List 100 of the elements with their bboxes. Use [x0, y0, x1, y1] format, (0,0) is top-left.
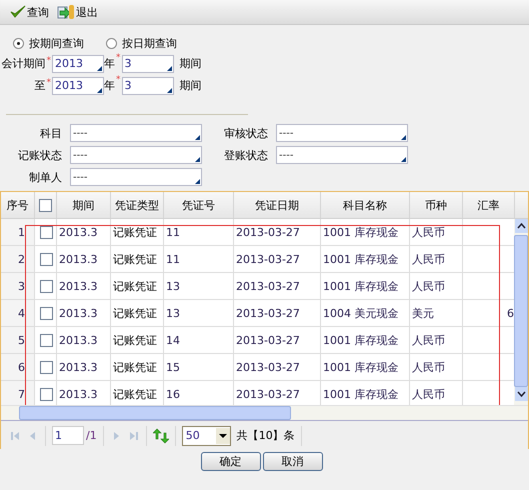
dropdown-field[interactable]: ---- [70, 168, 202, 186]
row-number: 3 [18, 280, 25, 292]
table-cell: 1001 库存现金 [323, 386, 398, 402]
table-cell: 1001 库存现金 [323, 224, 398, 240]
dropdown-corner-icon [401, 135, 406, 140]
toolbar-button[interactable]: 退出 [55, 4, 100, 20]
table-cell: 人民币 [412, 278, 445, 294]
record-count: 共【10】条 [236, 428, 295, 443]
column-header: 期间 [57, 192, 111, 218]
radio-label: 按日期查询 [122, 36, 177, 50]
year-field[interactable]: 2013 [52, 76, 104, 94]
table-cell: 记账凭证 [113, 306, 157, 320]
dialog-button[interactable]: 确定 [200, 452, 260, 471]
period-field[interactable]: 3 [122, 76, 174, 94]
table-cell: 人民币 [412, 224, 445, 240]
required-mark: * [116, 75, 120, 85]
dropdown-corner-icon [195, 157, 200, 162]
required-mark: * [116, 53, 120, 63]
row-number: 6 [18, 360, 25, 374]
table-cell: 人民币 [412, 252, 445, 266]
table-cell: 2013-03-27 [236, 252, 300, 266]
field-label: 会计期间 [2, 56, 46, 71]
table-cell: 记账凭证 [113, 224, 157, 240]
horizontal-scrollbar[interactable] [1, 405, 528, 421]
table-cell: 2013.3 [59, 360, 98, 374]
table-cell: 2013.3 [59, 226, 98, 238]
radio-button[interactable] [106, 38, 117, 48]
table-cell: 人民币 [412, 332, 445, 348]
radio-button[interactable] [13, 38, 24, 48]
table-cell: 美元 [412, 306, 434, 320]
table-cell: 2013.3 [59, 334, 98, 346]
table-cell: 11 [166, 226, 180, 238]
dropdown-corner-icon [166, 88, 172, 92]
dropdown-corner-icon [97, 66, 102, 70]
column-header: 汇率 [463, 192, 515, 218]
table-cell: 14 [166, 334, 180, 346]
required-mark: * [46, 56, 51, 66]
checkbox[interactable] [40, 360, 53, 374]
dropdown-corner-icon [401, 157, 406, 162]
table-cell: 2013-03-27 [236, 334, 300, 346]
dropdown-field[interactable]: ---- [276, 124, 408, 142]
vertical-scrollbar[interactable] [514, 219, 528, 405]
table-cell: 13 [166, 280, 180, 292]
row-number: 7 [18, 388, 25, 400]
checkbox[interactable] [40, 306, 53, 320]
column-header: 科目名称 [321, 192, 410, 218]
column-header: 凭证号 [164, 192, 234, 218]
scroll-up-icon[interactable] [514, 219, 528, 233]
field-label: 期间 [180, 78, 202, 93]
required-mark: * [46, 78, 51, 88]
table-cell: 2013-03-27 [236, 280, 300, 292]
table-cell: 1001 库存现金 [323, 360, 398, 374]
scroll-down-icon[interactable] [514, 387, 528, 401]
checkbox[interactable] [39, 198, 52, 212]
column-header: 凭证类型 [111, 192, 164, 218]
checkbox[interactable] [40, 252, 53, 266]
row-number: 5 [18, 334, 25, 346]
table-cell: 2013-03-27 [236, 360, 300, 374]
dropdown-field[interactable]: ---- [70, 146, 202, 164]
toolbar-button[interactable]: 查询 [8, 4, 51, 20]
table-cell: 15 [166, 360, 180, 374]
row-number: 1 [18, 226, 25, 238]
field-label: 科目 [39, 126, 62, 140]
checkbox[interactable] [40, 226, 53, 238]
field-label: 制单人 [28, 170, 62, 184]
table-cell: 2013.3 [59, 252, 98, 266]
field-label: 至 [34, 78, 46, 93]
page-size-dropdown[interactable]: 50 [182, 426, 231, 446]
exit-icon [57, 4, 75, 20]
table-cell: 2013-03-27 [236, 388, 300, 400]
page-number-field[interactable]: 1 [52, 426, 84, 445]
table-cell: 2013-03-27 [236, 306, 300, 320]
table-cell: 1001 库存现金 [323, 278, 398, 294]
dialog-button[interactable]: 取消 [262, 452, 322, 471]
table-cell: 13 [166, 306, 180, 320]
dropdown-corner-icon [195, 135, 200, 140]
radio-option[interactable]: 按日期查询 [106, 34, 177, 52]
table-cell: 记账凭证 [113, 252, 157, 266]
checkbox[interactable] [40, 334, 53, 346]
checkbox[interactable] [40, 280, 53, 292]
table-cell: 人民币 [412, 386, 445, 402]
table-cell: 2013.3 [59, 306, 98, 320]
row-number: 4 [18, 306, 25, 320]
checkbox[interactable] [40, 388, 53, 400]
page-total: /1 [86, 429, 97, 442]
check-icon [10, 5, 26, 19]
year-field[interactable]: 2013 [52, 54, 104, 72]
refresh-icon[interactable] [152, 428, 169, 444]
table-cell: 6 [507, 306, 514, 320]
dropdown-field[interactable]: ---- [70, 124, 202, 142]
table-cell: 记账凭证 [113, 278, 157, 294]
table-cell: 1001 库存现金 [323, 332, 398, 348]
radio-option[interactable]: 按期间查询 [13, 34, 84, 52]
period-field[interactable]: 3 [122, 54, 174, 72]
dropdown-field[interactable]: ---- [276, 146, 408, 164]
table-cell: 记账凭证 [113, 360, 157, 374]
field-label: 年 [104, 78, 115, 93]
table-cell: 2013-03-27 [236, 226, 300, 238]
table-cell: 2013.3 [59, 280, 98, 292]
field-label: 期间 [180, 56, 202, 71]
